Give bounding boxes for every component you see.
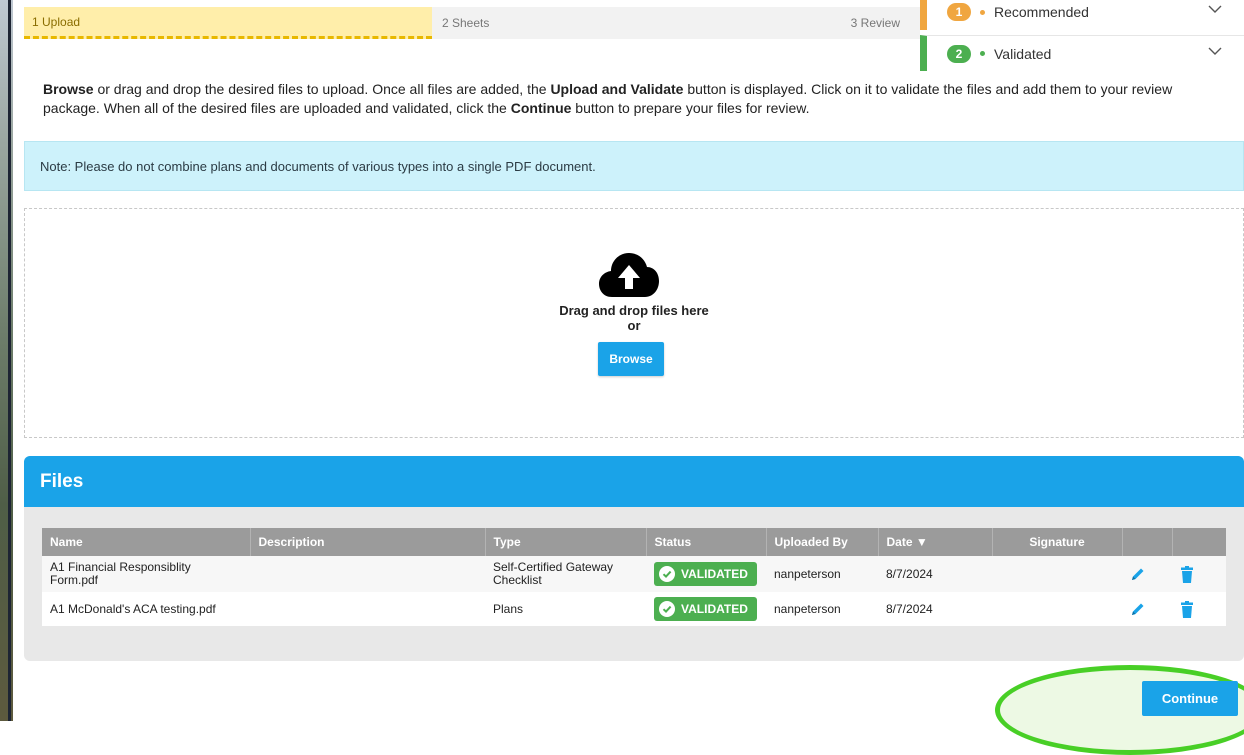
edit-cell xyxy=(1122,556,1172,592)
chevron-down-icon[interactable] xyxy=(1208,4,1222,14)
step-review[interactable]: 3 Review xyxy=(840,7,920,39)
step-upload[interactable]: 1 Upload xyxy=(24,7,432,39)
upload-validate-emphasis: Upload and Validate xyxy=(550,81,684,97)
col-status[interactable]: Status xyxy=(646,528,767,556)
continue-button[interactable]: Continue xyxy=(1142,681,1238,716)
status-text: VALIDATED xyxy=(681,566,748,581)
dropzone-text: Drag and drop files here or xyxy=(500,303,768,333)
file-date: 8/7/2024 xyxy=(878,556,992,592)
check-circle-icon xyxy=(659,601,675,617)
recommended-count: 1 xyxy=(947,3,971,21)
file-description xyxy=(250,592,485,626)
status-legend: 1 Recommended 2 Validated xyxy=(920,0,1244,73)
file-status-cell: VALIDATED xyxy=(646,556,766,592)
stepper: 1 Upload 2 Sheets 3 Review xyxy=(24,7,920,39)
background-strip xyxy=(0,0,13,721)
col-signature[interactable]: Signature xyxy=(992,528,1123,556)
col-type[interactable]: Type xyxy=(485,528,647,556)
file-date: 8/7/2024 xyxy=(878,592,992,626)
upload-instructions: Browse or drag and drop the desired file… xyxy=(43,80,1223,118)
col-name[interactable]: Name xyxy=(42,528,251,556)
trash-icon[interactable] xyxy=(1180,565,1194,583)
pencil-icon[interactable] xyxy=(1130,601,1146,617)
status-text: VALIDATED xyxy=(681,601,748,616)
status-badge: VALIDATED xyxy=(654,562,757,586)
legend-recommended[interactable]: 1 Recommended xyxy=(920,0,1244,30)
browse-button[interactable]: Browse xyxy=(598,342,664,376)
table-header-row: Name Description Type Status Uploaded By… xyxy=(42,528,1226,556)
validated-label: Validated xyxy=(994,45,1052,62)
file-description xyxy=(250,556,485,592)
delete-cell xyxy=(1172,592,1226,626)
step-upload-label: 1 Upload xyxy=(32,14,81,29)
trash-icon[interactable] xyxy=(1180,600,1194,618)
validated-dot xyxy=(980,51,985,56)
recommended-dot xyxy=(980,9,985,15)
chevron-down-icon[interactable] xyxy=(1208,46,1222,56)
files-table: Name Description Type Status Uploaded By… xyxy=(42,528,1226,626)
instructions-text-3: button to prepare your files for review. xyxy=(571,100,810,116)
note-text: Note: Please do not combine plans and do… xyxy=(40,158,596,174)
check-circle-icon xyxy=(659,566,675,582)
edit-cell xyxy=(1122,592,1172,626)
dropzone-line-1: Drag and drop files here xyxy=(559,303,709,318)
col-delete xyxy=(1172,528,1226,556)
continue-emphasis: Continue xyxy=(510,100,572,116)
file-name: A1 Financial Responsiblity Form.pdf xyxy=(42,556,250,592)
pencil-icon[interactable] xyxy=(1130,566,1146,582)
status-badge: VALIDATED xyxy=(654,597,757,621)
files-panel: Files Name Description Type Status Uploa… xyxy=(24,456,1244,661)
files-title: Files xyxy=(40,470,84,492)
step-review-label: 3 Review xyxy=(850,16,900,30)
col-date[interactable]: Date ▼ xyxy=(878,528,993,556)
file-name: A1 McDonald's ACA testing.pdf xyxy=(42,592,250,626)
file-status-cell: VALIDATED xyxy=(646,592,766,626)
file-uploaded-by: nanpeterson xyxy=(766,556,878,592)
file-type: Plans xyxy=(485,592,646,626)
file-signature xyxy=(992,592,1122,626)
col-uploaded-by[interactable]: Uploaded By xyxy=(766,528,879,556)
note-banner: Note: Please do not combine plans and do… xyxy=(24,141,1244,191)
files-header: Files xyxy=(24,456,1244,507)
dropzone-line-2: or xyxy=(627,318,641,333)
step-sheets-label: 2 Sheets xyxy=(442,16,490,30)
file-type: Self-Certified Gateway Checklist xyxy=(485,556,646,592)
col-edit xyxy=(1122,528,1173,556)
cloud-upload-icon xyxy=(599,253,659,297)
file-uploaded-by: nanpeterson xyxy=(766,592,878,626)
legend-validated[interactable]: 2 Validated xyxy=(920,35,1244,71)
table-row: A1 Financial Responsiblity Form.pdf Self… xyxy=(42,556,1226,592)
table-row: A1 McDonald's ACA testing.pdf Plans VALI… xyxy=(42,592,1226,626)
delete-cell xyxy=(1172,556,1226,592)
validated-count: 2 xyxy=(947,44,971,63)
instructions-text-1: or drag and drop the desired files to up… xyxy=(93,81,551,97)
col-description[interactable]: Description xyxy=(250,528,486,556)
file-signature xyxy=(992,556,1122,592)
step-sheets[interactable]: 2 Sheets xyxy=(432,7,840,39)
browse-emphasis: Browse xyxy=(43,81,94,97)
recommended-label: Recommended xyxy=(994,4,1089,20)
